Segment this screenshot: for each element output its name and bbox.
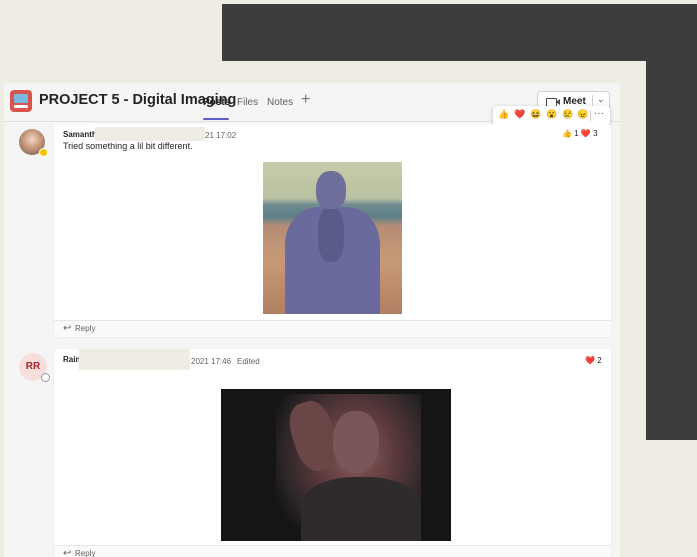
heart-count: 3 — [593, 129, 598, 138]
status-offline-icon — [41, 373, 50, 382]
message-text: Tried something a lil bit different. — [63, 141, 193, 151]
image-figure-shoulder — [301, 477, 421, 541]
author-name[interactable]: Samanth — [63, 130, 97, 139]
chevron-down-icon[interactable]: ⌄ — [597, 94, 605, 105]
attached-image[interactable] — [263, 162, 402, 314]
heart-reaction-icon[interactable]: ❤️ — [514, 109, 525, 120]
more-options-icon[interactable]: ··· — [594, 108, 604, 119]
team-icon[interactable] — [10, 90, 32, 112]
edited-label: Edited — [237, 357, 260, 366]
timestamp: 21 17:02 — [205, 131, 237, 140]
surprised-reaction-icon[interactable]: 😮 — [546, 109, 557, 120]
reaction-summary[interactable]: 👍 1 ❤️ 3 — [562, 129, 598, 138]
heart-reaction-icon: ❤️ — [585, 356, 595, 365]
image-figure-face — [333, 411, 379, 473]
add-icon[interactable]: + — [301, 91, 310, 109]
tab-notes[interactable]: Notes — [267, 97, 293, 108]
reply-button[interactable]: ↩ Reply — [54, 320, 611, 337]
attached-image[interactable] — [221, 389, 451, 541]
team-icon-screen — [14, 94, 28, 103]
teams-channel-window: PROJECT 5 - Digital Imaging Posts Files … — [4, 83, 620, 557]
message-card: Samanth 21 17:02 Tried something a lil b… — [54, 124, 611, 337]
like-reaction-icon: 👍 — [562, 129, 572, 138]
tab-files[interactable]: Files — [237, 97, 258, 108]
reply-arrow-icon: ↩ — [63, 323, 72, 334]
reply-arrow-icon: ↩ — [63, 548, 72, 557]
redacted-region — [79, 349, 190, 370]
image-figure-head — [316, 171, 346, 209]
heart-reaction-icon: ❤️ — [580, 129, 591, 138]
reaction-picker: 👍 ❤️ 😆 😮 😢 😠 ··· — [493, 106, 610, 125]
reaction-picker-divider — [590, 110, 591, 121]
message-card: Rain 2021 17:46 Edited ❤️ 2 ↩ Reply — [54, 349, 611, 557]
reply-label: Reply — [75, 324, 96, 333]
angry-reaction-icon[interactable]: 😠 — [577, 109, 588, 120]
redacted-region — [95, 127, 205, 141]
background-dark-panel-top — [222, 4, 697, 61]
timestamp: 2021 17:46 — [191, 357, 232, 366]
active-tab-indicator — [203, 118, 229, 120]
reply-button[interactable]: ↩ Reply — [54, 545, 611, 557]
image-figure-arm — [318, 207, 344, 262]
reply-label: Reply — [75, 549, 96, 557]
video-camera-icon-lens — [556, 99, 560, 105]
team-icon-base — [14, 105, 28, 108]
tab-posts[interactable]: Posts — [203, 97, 230, 108]
background-dark-panel-right — [646, 61, 697, 440]
heart-count: 2 — [597, 356, 602, 365]
like-count: 1 — [574, 129, 579, 138]
reaction-summary[interactable]: ❤️ 2 — [585, 356, 602, 365]
laugh-reaction-icon[interactable]: 😆 — [530, 109, 541, 120]
like-reaction-icon[interactable]: 👍 — [498, 109, 509, 120]
status-away-icon — [39, 148, 48, 157]
author-name[interactable]: Rain — [63, 355, 80, 364]
sad-reaction-icon[interactable]: 😢 — [562, 109, 573, 120]
